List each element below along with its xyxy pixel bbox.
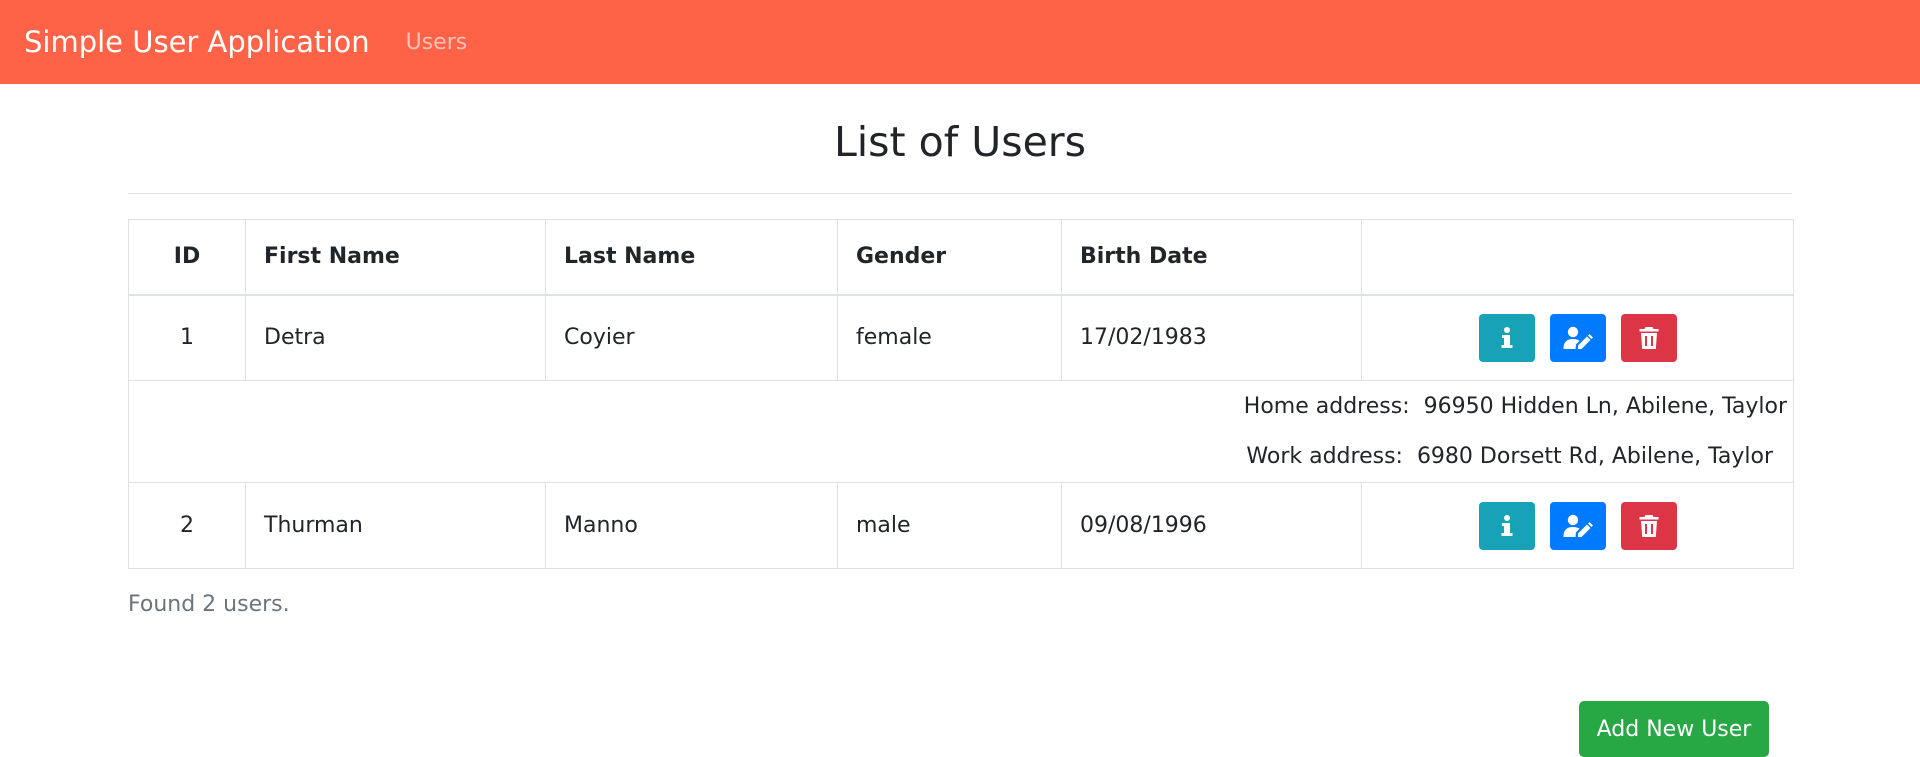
info-button[interactable]	[1478, 313, 1535, 362]
delete-user-button[interactable]	[1620, 501, 1677, 550]
column-header-gender: Gender	[837, 219, 1062, 296]
cell-last-name: Coyier	[545, 294, 838, 381]
column-header-actions	[1361, 219, 1794, 296]
user-address-details: Home address: 96950 Hidden Ln, Abilene, …	[128, 380, 1794, 483]
work-address-value: 6980 Dorsett Rd, Abilene, Taylor	[1416, 443, 1773, 469]
users-table: ID First Name Last Name Gender Birth Dat…	[128, 219, 1794, 569]
table-row[interactable]: 2 Thurman Manno male 09/08/1996	[128, 482, 1794, 569]
trash-icon	[1639, 326, 1658, 349]
cell-actions	[1361, 482, 1794, 569]
delete-user-button[interactable]	[1620, 313, 1677, 362]
table-header-row: ID First Name Last Name Gender Birth Dat…	[128, 219, 1794, 296]
top-navbar: Simple User Application Users	[0, 0, 1920, 84]
title-divider	[128, 193, 1792, 194]
column-header-id: ID	[128, 219, 246, 296]
work-address-label: Work address:	[1246, 443, 1403, 469]
column-header-last-name: Last Name	[545, 219, 838, 296]
cell-id: 1	[128, 294, 246, 381]
cell-last-name: Manno	[545, 482, 838, 569]
cell-gender: male	[837, 482, 1062, 569]
home-address-value: 96950 Hidden Ln, Abilene, Taylor	[1423, 393, 1787, 419]
edit-user-button[interactable]	[1549, 501, 1606, 550]
cell-first-name: Thurman	[245, 482, 546, 569]
info-icon	[1501, 326, 1512, 348]
cell-gender: female	[837, 294, 1062, 381]
cell-birth-date: 17/02/1983	[1061, 294, 1362, 381]
nav-link-users[interactable]: Users	[406, 30, 468, 55]
home-address-label: Home address:	[1243, 393, 1410, 419]
cell-birth-date: 09/08/1996	[1061, 482, 1362, 569]
trash-icon	[1639, 514, 1658, 537]
table-row[interactable]: 1 Detra Coyier female 17/02/1983	[128, 294, 1794, 381]
home-address-line: Home address: 96950 Hidden Ln, Abilene, …	[130, 382, 1787, 432]
work-address-line: Work address: 6980 Dorsett Rd, Abilene, …	[130, 432, 1788, 482]
page-title: List of Users	[833, 118, 1087, 166]
edit-user-button[interactable]	[1549, 313, 1606, 362]
cell-id: 2	[128, 482, 246, 569]
cell-first-name: Detra	[245, 294, 546, 381]
column-header-birth-date: Birth Date	[1061, 219, 1362, 296]
user-edit-icon	[1563, 326, 1593, 349]
results-count: Found 2 users.	[128, 592, 290, 617]
column-header-first-name: First Name	[245, 219, 546, 296]
cell-actions	[1361, 294, 1794, 381]
add-new-user-button[interactable]: Add New User	[1579, 701, 1769, 757]
user-edit-icon	[1563, 514, 1593, 537]
info-button[interactable]	[1478, 501, 1535, 550]
user-detail-row: Home address: 96950 Hidden Ln, Abilene, …	[128, 380, 1794, 483]
app-brand[interactable]: Simple User Application	[24, 25, 370, 59]
info-icon	[1501, 514, 1512, 536]
